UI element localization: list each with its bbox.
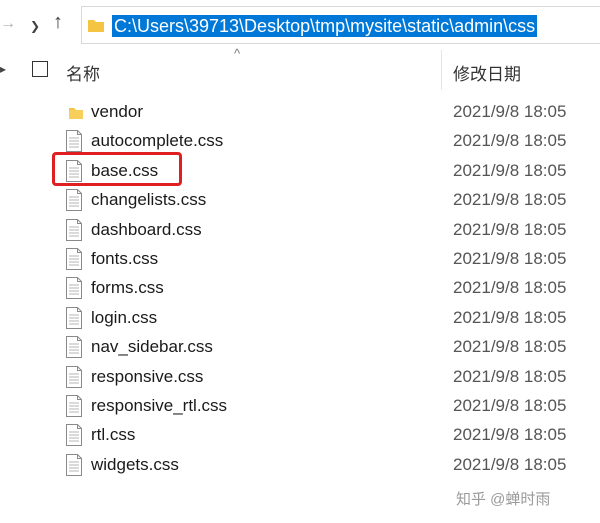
- collapse-marker-icon: ▸: [0, 62, 7, 76]
- document-icon: [66, 247, 82, 270]
- folder-icon: [88, 20, 104, 32]
- file-modified-date: 2021/9/8 18:05: [453, 395, 567, 415]
- column-name-header[interactable]: 名称: [66, 60, 100, 85]
- file-modified-date: 2021/9/8 18:05: [453, 102, 567, 121]
- file-row[interactable]: responsive.css 2021/9/8 18:05: [0, 363, 600, 392]
- file-modified-date: 2021/9/8 18:05: [453, 219, 567, 239]
- file-row[interactable]: widgets.css 2021/9/8 18:05: [0, 451, 600, 480]
- document-icon: [66, 394, 82, 417]
- file-name: forms.css: [91, 278, 164, 298]
- file-row[interactable]: autocomplete.css 2021/9/8 18:05: [0, 127, 600, 156]
- document-icon: [66, 218, 82, 241]
- arrow-up-icon[interactable]: ↑: [53, 10, 63, 34]
- address-bar[interactable]: C:\Users\39713\Desktop\tmp\mysite\static…: [81, 6, 600, 44]
- file-row[interactable]: forms.css 2021/9/8 18:05: [0, 274, 600, 303]
- column-divider[interactable]: [441, 50, 442, 90]
- document-icon: [66, 453, 82, 476]
- file-row[interactable]: base.css 2021/9/8 18:05: [0, 157, 600, 186]
- file-name: base.css: [91, 160, 159, 180]
- document-icon: [66, 277, 82, 300]
- file-list: vendor 2021/9/8 18:05 autocomplete.css 2021…: [0, 98, 600, 480]
- sort-ascending-icon: ^: [234, 46, 241, 61]
- column-date-header[interactable]: 修改日期: [453, 60, 521, 85]
- document-icon: [66, 130, 82, 153]
- file-modified-date: 2021/9/8 18:05: [453, 337, 567, 357]
- file-row[interactable]: dashboard.css 2021/9/8 18:05: [0, 216, 600, 245]
- column-header: 名称 ^ 修改日期: [16, 46, 600, 90]
- document-icon: [66, 189, 82, 212]
- document-icon: [66, 336, 82, 359]
- document-icon: [66, 159, 82, 182]
- file-name: responsive.css: [91, 366, 204, 386]
- document-icon: [66, 424, 82, 447]
- file-modified-date: 2021/9/8 18:05: [453, 278, 567, 298]
- file-modified-date: 2021/9/8 18:05: [453, 190, 567, 210]
- file-name: rtl.css: [91, 425, 136, 445]
- file-modified-date: 2021/9/8 18:05: [453, 248, 567, 268]
- file-name: autocomplete.css: [91, 131, 224, 151]
- file-row[interactable]: fonts.css 2021/9/8 18:05: [0, 245, 600, 274]
- file-row[interactable]: rtl.css 2021/9/8 18:05: [0, 421, 600, 450]
- folder-icon: [69, 108, 83, 119]
- file-name: login.css: [91, 307, 158, 327]
- file-modified-date: 2021/9/8 18:05: [453, 307, 567, 327]
- file-name: widgets.css: [91, 454, 179, 474]
- watermark: 知乎 @蝉时雨: [456, 491, 551, 508]
- file-row[interactable]: login.css 2021/9/8 18:05: [0, 304, 600, 333]
- file-row[interactable]: nav_sidebar.css 2021/9/8 18:05: [0, 333, 600, 362]
- file-modified-date: 2021/9/8 18:05: [453, 160, 567, 180]
- file-name: dashboard.css: [91, 219, 202, 239]
- address-path[interactable]: C:\Users\39713\Desktop\tmp\mysite\static…: [112, 15, 538, 37]
- file-modified-date: 2021/9/8 18:05: [453, 366, 567, 386]
- file-row[interactable]: changelists.css 2021/9/8 18:05: [0, 186, 600, 215]
- document-icon: [66, 306, 82, 329]
- file-modified-date: 2021/9/8 18:05: [453, 425, 567, 445]
- file-name: vendor: [91, 102, 143, 121]
- chevron-down-icon[interactable]: ❯: [30, 14, 40, 38]
- document-icon: [66, 365, 82, 388]
- file-row[interactable]: responsive_rtl.css 2021/9/8 18:05: [0, 392, 600, 421]
- file-name: fonts.css: [91, 248, 159, 268]
- address-bar-row: → ❯ ↑ C:\Users\39713\Desktop\tmp\mysite\…: [0, 0, 600, 50]
- select-all-checkbox[interactable]: [32, 61, 48, 77]
- file-name: nav_sidebar.css: [91, 337, 213, 357]
- file-name: responsive_rtl.css: [91, 395, 228, 415]
- file-name: changelists.css: [91, 190, 207, 210]
- folder-row[interactable]: vendor 2021/9/8 18:05: [0, 98, 600, 127]
- file-modified-date: 2021/9/8 18:05: [453, 131, 567, 151]
- file-modified-date: 2021/9/8 18:05: [453, 454, 567, 474]
- arrow-right-icon[interactable]: →: [0, 12, 16, 36]
